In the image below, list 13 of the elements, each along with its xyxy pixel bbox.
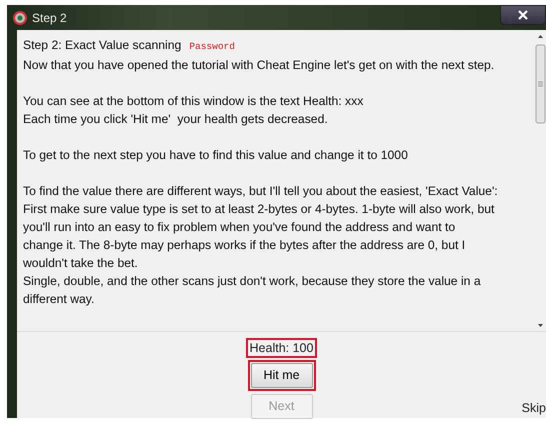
skip-link[interactable]: Skip xyxy=(522,398,546,418)
window-title: Step 2 xyxy=(32,10,67,26)
close-button[interactable] xyxy=(500,5,546,25)
hit-me-button[interactable]: Hit me xyxy=(250,363,312,388)
password-label: Password xyxy=(189,41,235,52)
paragraph: To get to the next step you have to find this value and change it to 1000 xyxy=(23,147,409,164)
heading: Step 2: Exact Value scanning xyxy=(23,38,182,52)
health-label: Health: 100 xyxy=(246,338,318,358)
app-icon xyxy=(13,10,27,24)
paragraph: You can see at the bottom of this window is the text Health: xxx Each time you click 'Hit me' your health gets decreased. xyxy=(23,93,364,128)
paragraph: Now that you have opened the tutorial with Cheat Engine let's get on with the next step. xyxy=(23,57,496,74)
close-icon xyxy=(517,9,529,21)
paragraph: To find the value there are different ways, but I'll tell you about the easiest, 'Exact Value': First make sure value type is set to at least 2-bytes or 4-bytes. 1-byte will also work, but you'll run into an easy to fix problem when you've found the address and want to change it. The 8-byte may perhaps works if the bytes after the address are 0, but I wouldn't take the bet. Single, double, and the other scans just don't work, because they store the value in a different way. xyxy=(23,183,499,308)
